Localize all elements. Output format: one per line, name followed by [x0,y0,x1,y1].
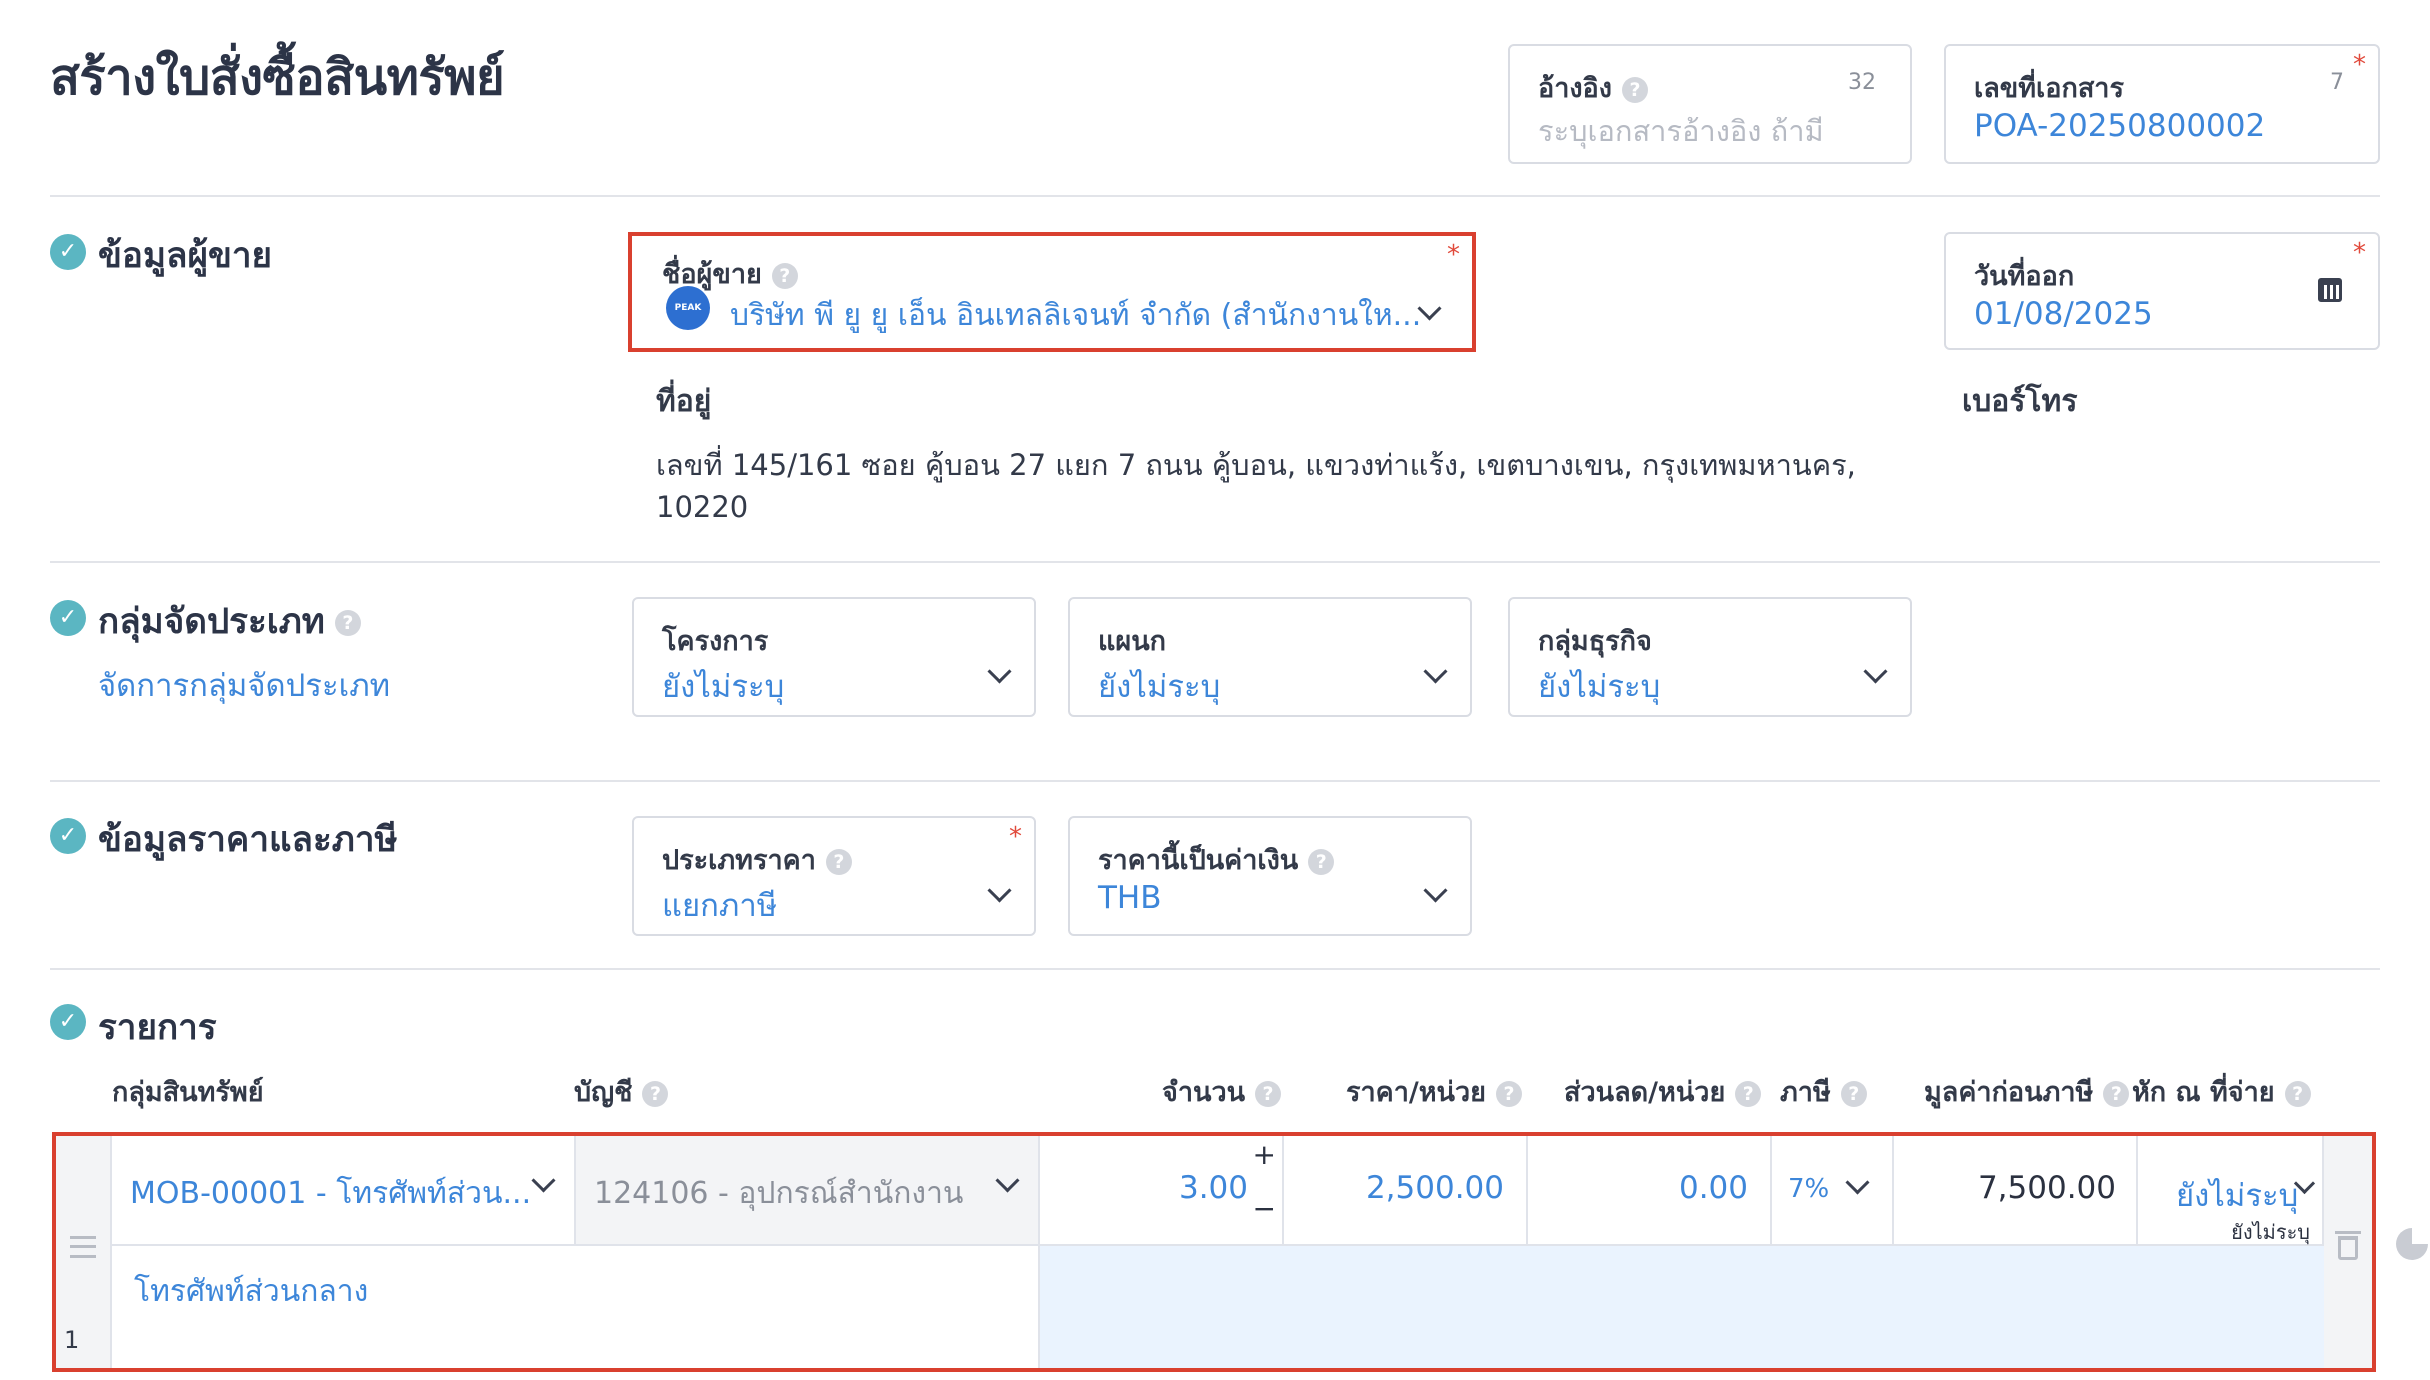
check-circle-icon: ✓ [50,818,86,854]
business-group-label: กลุ่มธุรกิจ [1538,626,1652,657]
reference-input[interactable]: ระบุเอกสารอ้างอิง ถ้ามี [1538,108,1824,154]
divider [50,968,2380,970]
divider [50,195,2380,197]
business-group-value: ยังไม่ระบุ [1538,669,1661,705]
currency-value: THB [1098,880,1162,916]
issue-date-label: วันที่ออก [1974,261,2075,292]
highlight-box [52,1132,2376,1372]
pricing-section-title: ข้อมูลราคาและภาษี [98,820,398,860]
doc-number-counter: 7 [2330,70,2344,95]
chevron-down-icon[interactable] [987,878,1012,903]
help-icon[interactable]: ? [1255,1080,1282,1107]
calendar-icon[interactable] [2318,278,2342,302]
col-withholding: หัก ณ ที่จ่าย [2132,1077,2275,1108]
chevron-down-icon[interactable] [1423,878,1448,903]
highlight-box [628,232,1476,352]
project-select[interactable]: โครงการ ยังไม่ระบุ [632,597,1036,717]
col-qty: จำนวน [1162,1077,1246,1108]
help-icon[interactable]: ? [1308,848,1335,875]
doc-number-input[interactable]: POA-20250800002 [1974,108,2265,144]
project-label: โครงการ [662,626,769,657]
manage-classification-link[interactable]: จัดการกลุ่มจัดประเภท [98,660,390,710]
department-select[interactable]: แผนก ยังไม่ระบุ [1068,597,1472,717]
chevron-down-icon[interactable] [1423,659,1448,684]
pie-chart-icon[interactable] [2396,1228,2428,1260]
business-group-select[interactable]: กลุ่มธุรกิจ ยังไม่ระบุ [1508,597,1912,717]
address-line-2: 10220 [656,490,749,524]
col-unit-price: ราคา/หน่วย [1346,1077,1486,1108]
help-icon[interactable]: ? [2284,1080,2311,1107]
help-icon[interactable]: ? [1735,1080,1762,1107]
col-tax: ภาษี [1780,1077,1831,1108]
chevron-down-icon[interactable] [987,659,1012,684]
doc-number-label: เลขที่เอกสาร [1974,73,2124,104]
reference-field[interactable]: อ้างอิง? 32 ระบุเอกสารอ้างอิง ถ้ามี [1508,44,1912,164]
address-label: ที่อยู่ [656,384,712,419]
items-section-title: รายการ [98,1008,217,1048]
divider [50,780,2380,782]
divider [50,561,2380,563]
price-type-label: ประเภทราคา [662,845,816,876]
check-circle-icon: ✓ [50,600,86,636]
vendor-section-title: ข้อมูลผู้ขาย [98,236,273,276]
required-marker: * [1009,822,1022,852]
issue-date-field[interactable]: วันที่ออก * 01/08/2025 [1944,232,2380,350]
help-icon[interactable]: ? [1840,1080,1867,1107]
reference-label: อ้างอิง [1538,73,1612,104]
col-discount: ส่วนลด/หน่วย [1564,1077,1726,1108]
project-value: ยังไม่ระบุ [662,669,785,705]
currency-label: ราคานี้เป็นค่าเงิน [1098,845,1299,876]
required-marker: * [2353,50,2366,80]
classification-section-title: กลุ่มจัดประเภท [98,602,325,642]
help-icon[interactable]: ? [642,1080,669,1107]
price-type-value: แยกภาษี [662,888,778,924]
currency-select[interactable]: ราคานี้เป็นค่าเงิน? THB [1068,816,1472,936]
address-line-1: เลขที่ 145/161 ซอย คู้บอน 27 แยก 7 ถนน ค… [656,448,1856,482]
col-asset-group: กลุ่มสินทรัพย์ [112,1077,264,1108]
check-circle-icon: ✓ [50,1004,86,1040]
issue-date-input[interactable]: 01/08/2025 [1974,296,2153,332]
price-type-select[interactable]: ประเภทราคา? * แยกภาษี [632,816,1036,936]
phone-label: เบอร์โทร [1962,384,2078,419]
reference-counter: 32 [1848,70,1876,95]
help-icon[interactable]: ? [1621,76,1648,103]
required-marker: * [2353,238,2366,268]
help-icon[interactable]: ? [1495,1080,1522,1107]
col-account: บัญชี [574,1077,633,1108]
doc-number-field[interactable]: เลขที่เอกสาร 7 * POA-20250800002 [1944,44,2380,164]
department-label: แผนก [1098,626,1167,657]
help-icon[interactable]: ? [825,848,852,875]
help-icon[interactable]: ? [334,610,361,636]
department-value: ยังไม่ระบุ [1098,669,1221,705]
check-circle-icon: ✓ [50,234,86,270]
col-pre-tax: มูลค่าก่อนภาษี [1924,1077,2094,1108]
page-title: สร้างใบสั่งซื้อสินทรัพย์ [50,49,505,106]
chevron-down-icon[interactable] [1863,659,1888,684]
help-icon[interactable]: ? [2103,1080,2130,1107]
